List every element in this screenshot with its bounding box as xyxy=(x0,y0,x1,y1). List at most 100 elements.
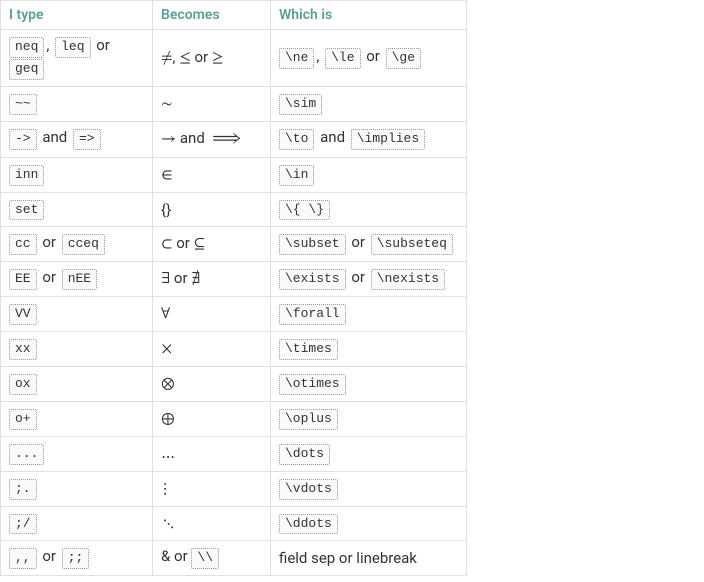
separator: , xyxy=(44,36,55,54)
cell-which: \times xyxy=(271,332,467,367)
kbd-key: \to xyxy=(279,129,314,150)
table-row: EE or nEE∃ or ∄\exists or \nexists xyxy=(1,262,467,297)
cell-becomes: ∀ xyxy=(153,297,271,332)
kbd-key: ... xyxy=(9,444,44,465)
cell-becomes: ≠, ≤ or ≥ xyxy=(153,30,271,87)
kbd-key: \ne xyxy=(279,48,314,69)
cell-becomes: ⊗ xyxy=(153,367,271,402)
kbd-key: \otimes xyxy=(279,374,346,395)
separator: and xyxy=(314,128,350,146)
table-row: inn ∈ \in xyxy=(1,157,467,192)
cell-becomes: ∼ xyxy=(153,86,271,121)
cell-becomes: … xyxy=(153,436,271,471)
cell-type: inn xyxy=(1,157,153,192)
table-row: neq, leq or geq≠, ≤ or ≥\ne, \le or \ge xyxy=(1,30,467,87)
cell-type: EE or nEE xyxy=(1,262,153,297)
table-row: ;/ ⋱ \ddots xyxy=(1,506,467,541)
cell-which: \{ \} xyxy=(271,192,467,227)
table-row: -> and =>→ and ⟹\to and \implies xyxy=(1,121,467,157)
cell-type: ... xyxy=(1,436,153,471)
kbd-key: \subset xyxy=(279,234,346,255)
separator: or xyxy=(91,36,112,54)
separator: or xyxy=(361,47,386,65)
table-row: ,, or ;;& or \\field sep or linebreak xyxy=(1,541,467,576)
cell-type: ~~ xyxy=(1,86,153,121)
kbd-key: \nexists xyxy=(371,269,445,290)
kbd-key: xx xyxy=(9,339,37,360)
kbd-key: EE xyxy=(9,269,37,290)
separator: or xyxy=(346,268,371,286)
table-row: ox ⊗ \otimes xyxy=(1,367,467,402)
kbd-key: \implies xyxy=(351,129,425,150)
kbd-key: ;/ xyxy=(9,514,37,535)
kbd-key: \in xyxy=(279,165,314,186)
cell-type: neq, leq or geq xyxy=(1,30,153,87)
cell-becomes: ∈ xyxy=(153,157,271,192)
kbd-key: nEE xyxy=(62,269,97,290)
kbd-key: ;. xyxy=(9,479,37,500)
separator: or xyxy=(37,268,62,286)
cell-which: \forall xyxy=(271,297,467,332)
kbd-key: \subseteq xyxy=(371,234,453,255)
cell-which: \subset or \subseteq xyxy=(271,227,467,262)
header-type: I type xyxy=(1,1,153,30)
cell-becomes: → and ⟹ xyxy=(153,121,271,157)
kbd-key: ,, xyxy=(9,548,37,569)
table-row: ... … \dots xyxy=(1,436,467,471)
separator: or xyxy=(37,233,62,251)
cell-which: \otimes xyxy=(271,367,467,402)
kbd-key: o+ xyxy=(9,409,37,430)
cell-which: \in xyxy=(271,157,467,192)
separator: , xyxy=(314,47,325,65)
cell-which: \ddots xyxy=(271,506,467,541)
cell-type: VV xyxy=(1,297,153,332)
cell-which: field sep or linebreak xyxy=(271,541,467,576)
table-row: ~~∼\sim xyxy=(1,86,467,121)
cell-becomes: ∃ or ∄ xyxy=(153,262,271,297)
kbd-key: \dots xyxy=(279,444,330,465)
header-which: Which is xyxy=(271,1,467,30)
table-row: ;. ⋮ \vdots xyxy=(1,471,467,506)
table-row: cc or cceq ⊂ or ⊆\subset or \subseteq xyxy=(1,227,467,262)
cell-type: ,, or ;; xyxy=(1,541,153,576)
cell-becomes: ⊕ xyxy=(153,401,271,436)
cell-which: \oplus xyxy=(271,401,467,436)
kbd-key: -> xyxy=(9,129,37,150)
cell-which: \exists or \nexists xyxy=(271,262,467,297)
kbd-key: cceq xyxy=(62,234,105,255)
separator: or xyxy=(37,547,62,565)
cell-becomes: ⋱ xyxy=(153,506,271,541)
cell-type: set xyxy=(1,192,153,227)
cell-type: ;. xyxy=(1,471,153,506)
table-row: VV ∀\forall xyxy=(1,297,467,332)
kbd-key: \le xyxy=(325,48,360,69)
cell-type: ox xyxy=(1,367,153,402)
kbd-key: ~~ xyxy=(9,94,37,115)
cell-which: \dots xyxy=(271,436,467,471)
cell-type: o+ xyxy=(1,401,153,436)
kbd-key: \{ \} xyxy=(279,200,330,221)
kbd-key: \exists xyxy=(279,269,346,290)
cell-becomes: {} xyxy=(153,192,271,227)
kbd-key: inn xyxy=(9,165,44,186)
kbd-key: ox xyxy=(9,374,37,395)
separator: and xyxy=(37,128,73,146)
kbd-key: set xyxy=(9,200,44,221)
kbd-key: \vdots xyxy=(279,479,338,500)
cell-which: \to and \implies xyxy=(271,121,467,157)
cell-becomes: ⋮ xyxy=(153,471,271,506)
kbd-key: => xyxy=(73,129,101,150)
kbd-key: cc xyxy=(9,234,37,255)
header-becomes: Becomes xyxy=(153,1,271,30)
kbd-key: \times xyxy=(279,339,338,360)
cell-becomes: × xyxy=(153,332,271,367)
kbd-key: \ddots xyxy=(279,514,338,535)
kbd-key: geq xyxy=(9,59,44,80)
cell-type: -> and => xyxy=(1,121,153,157)
kbd-key: \oplus xyxy=(279,409,338,430)
kbd-key: VV xyxy=(9,304,37,325)
table-row: set {} \{ \} xyxy=(1,192,467,227)
latex-shortcuts-table: I type Becomes Which is neq, leq or geq≠… xyxy=(0,0,467,576)
cell-becomes: & or \\ xyxy=(153,541,271,576)
cell-becomes: ⊂ or ⊆ xyxy=(153,227,271,262)
